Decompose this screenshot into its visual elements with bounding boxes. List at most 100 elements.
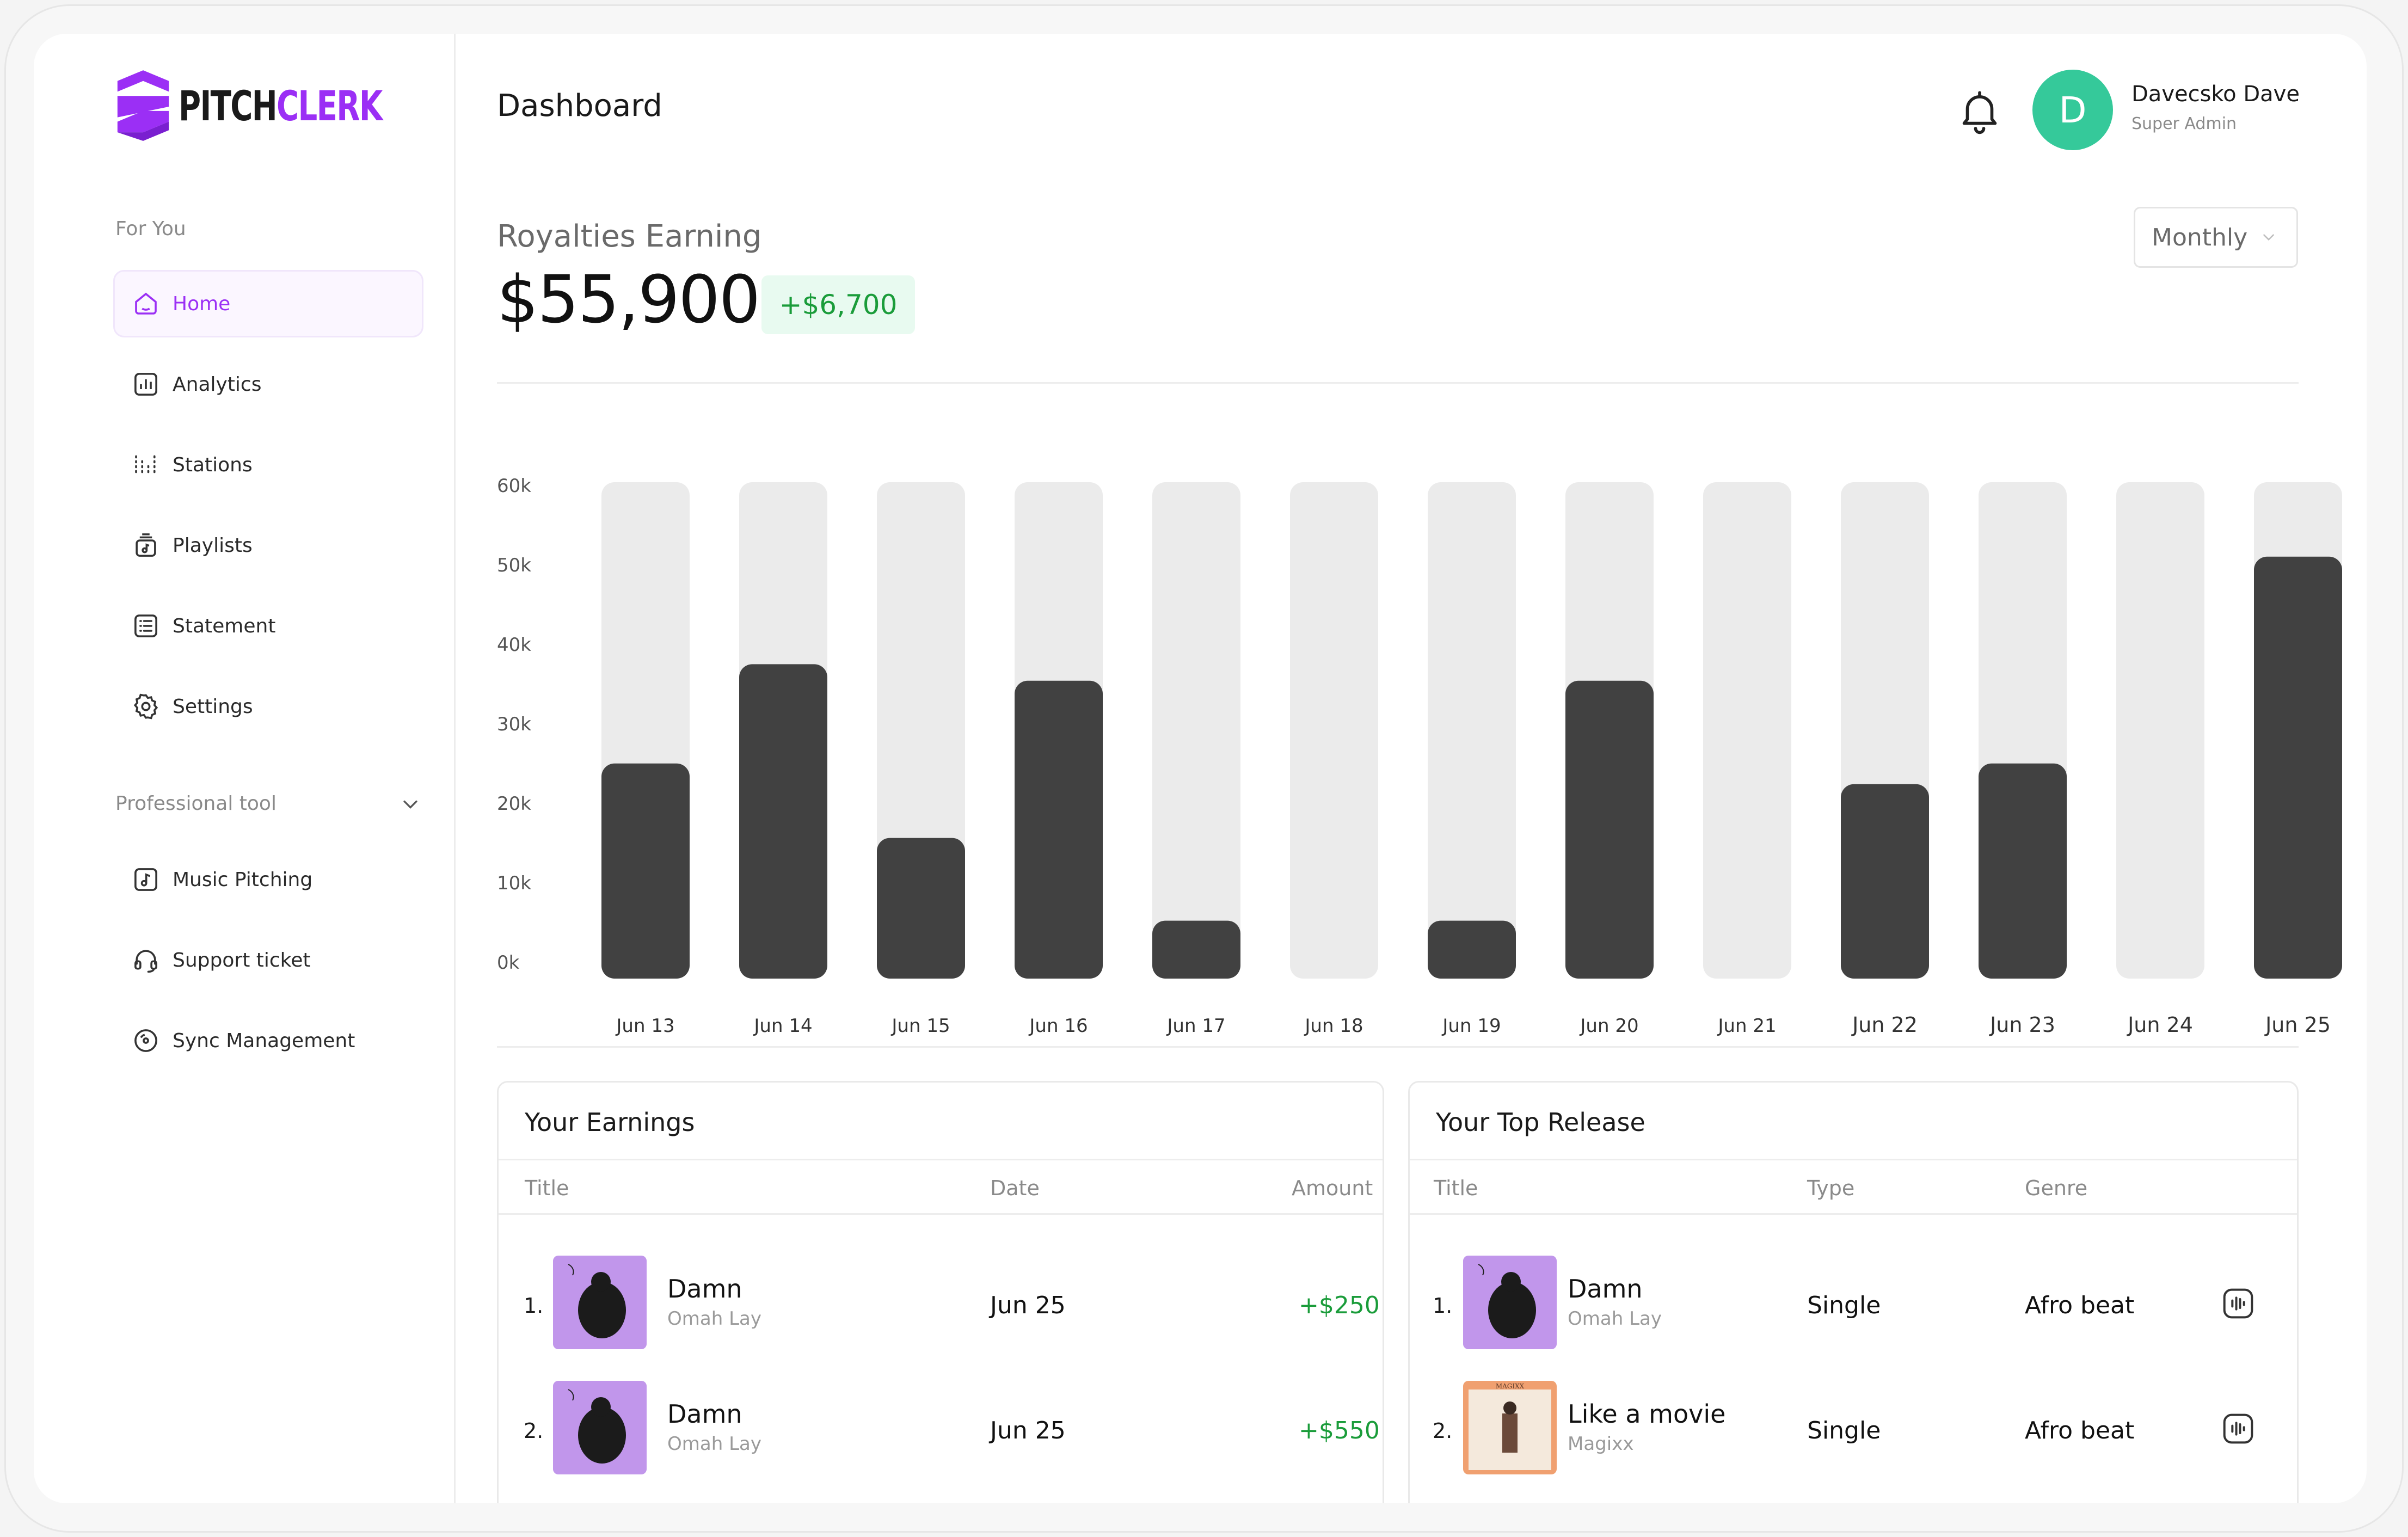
analytics-icon	[131, 370, 161, 399]
album-cover: MAGIXX	[1463, 1381, 1557, 1474]
sidebar-item-home[interactable]: Home	[113, 270, 423, 337]
table-row[interactable]: 1. Damn Omah Lay Jun 25 +$250	[499, 1256, 1383, 1354]
row-number: 1.	[1433, 1294, 1453, 1318]
x-tick-label: Jun 22	[1851, 1013, 1918, 1037]
bar	[1152, 920, 1240, 979]
sidebar-item-settings[interactable]: Settings	[113, 673, 423, 740]
chevron-down-icon	[2263, 234, 2274, 241]
logo-mark-icon	[117, 70, 169, 141]
album-cover	[553, 1256, 647, 1349]
home-icon	[131, 289, 161, 318]
y-tick-label: 50k	[497, 555, 531, 576]
sidebar-item-label: Sync Management	[173, 1029, 355, 1052]
x-tick-label: Jun 17	[1166, 1015, 1225, 1037]
bar	[1015, 680, 1103, 979]
chart-canvas: 60k 50k 40k 30k 20k 10k 0k Jun 13 Jun 14 Jun 15 Ju…	[497, 475, 2342, 1037]
stations-icon	[131, 450, 161, 479]
statement-icon	[131, 611, 161, 641]
bar	[1979, 763, 2067, 979]
user-role: Super Admin	[2131, 114, 2237, 133]
row-number: 2.	[1433, 1419, 1453, 1443]
sidebar-item-support-ticket[interactable]: Support ticket	[113, 926, 423, 994]
column-header-title: Title	[1434, 1176, 1478, 1200]
table-row[interactable]: 2. MAGIXX Like a movie Magixx Single Afr…	[1410, 1381, 2297, 1479]
row-type: Single	[1807, 1417, 1881, 1444]
avatar[interactable]: D	[2032, 70, 2113, 150]
playlists-icon	[131, 531, 161, 560]
svg-text:MAGIXX: MAGIXX	[1496, 1382, 1525, 1390]
track-title: Like a movie	[1568, 1399, 1726, 1429]
sidebar-item-label: Music Pitching	[173, 868, 313, 891]
audio-wave-icon[interactable]	[2221, 1286, 2256, 1321]
sidebar-item-label: Stations	[173, 453, 253, 476]
sidebar-item-music-pitching[interactable]: Music Pitching	[113, 846, 423, 913]
x-tick-label: Jun 23	[1989, 1013, 2055, 1037]
table-row[interactable]: 2. Damn Omah Lay Jun 25 +$550	[499, 1381, 1383, 1479]
sidebar: PITCHCLERK For You Home Analytics Statio…	[34, 34, 456, 1503]
bar-track	[1428, 482, 1516, 979]
sidebar-item-statement[interactable]: Statement	[113, 592, 423, 660]
user-name: Davecsko Dave	[2131, 82, 2300, 107]
y-tick-label: 10k	[497, 872, 531, 894]
row-amount: +$250	[1299, 1292, 1380, 1319]
sidebar-item-sync-management[interactable]: Sync Management	[113, 1007, 423, 1074]
track-title: Damn	[667, 1399, 742, 1429]
bar-track	[2116, 482, 2204, 979]
x-tick-label: Jun 14	[753, 1015, 812, 1037]
x-tick-label: Jun 24	[2127, 1013, 2193, 1037]
x-tick-label: Jun 18	[1304, 1015, 1363, 1037]
earnings-card: Your Earnings Title Date Amount 1. Damn …	[497, 1081, 1384, 1503]
divider	[499, 1159, 1383, 1160]
x-tick-label: Jun 25	[2264, 1013, 2331, 1037]
y-tick-label: 0k	[497, 952, 520, 974]
sidebar-item-label: Support ticket	[173, 949, 311, 972]
bar	[877, 838, 965, 979]
top-release-title: Your Top Release	[1436, 1108, 1645, 1137]
y-tick-label: 60k	[497, 475, 531, 497]
bar-track	[1703, 482, 1791, 979]
row-genre: Afro beat	[2025, 1292, 2135, 1319]
sidebar-item-label: Statement	[173, 614, 276, 637]
chevron-down-icon[interactable]	[398, 792, 422, 816]
x-tick-label: Jun 21	[1717, 1015, 1776, 1037]
x-tick-label: Jun 16	[1028, 1015, 1088, 1037]
x-tick-label: Jun 15	[890, 1015, 950, 1037]
column-header-type: Type	[1807, 1176, 1855, 1200]
sidebar-item-analytics[interactable]: Analytics	[113, 351, 423, 418]
column-header-genre: Genre	[2025, 1176, 2088, 1200]
divider	[499, 1213, 1383, 1215]
track-artist: Magixx	[1568, 1433, 1634, 1455]
section-label-for-you: For You	[115, 218, 186, 240]
y-tick-label: 40k	[497, 634, 531, 656]
sidebar-item-label: Settings	[173, 695, 253, 718]
x-tick-label: Jun 20	[1579, 1015, 1638, 1037]
page-title: Dashboard	[497, 88, 662, 124]
sidebar-item-label: Home	[173, 292, 231, 315]
earnings-title: Your Earnings	[525, 1108, 695, 1137]
divider	[497, 1046, 2299, 1048]
top-release-card: Your Top Release Title Type Genre 1. Dam…	[1408, 1081, 2299, 1503]
audio-wave-icon[interactable]	[2221, 1411, 2256, 1446]
track-artist: Omah Lay	[667, 1433, 761, 1455]
sidebar-item-stations[interactable]: Stations	[113, 431, 423, 499]
royalties-bar-chart: 60k 50k 40k 30k 20k 10k 0k Jun 13 Jun 14 Jun 15 Ju…	[497, 447, 2348, 1068]
period-select-value: Monthly	[2152, 223, 2248, 251]
divider	[1410, 1213, 2297, 1215]
bar	[1841, 784, 1929, 979]
bar	[2254, 556, 2342, 979]
sidebar-item-label: Playlists	[173, 534, 253, 557]
brand-name: PITCHCLERK	[179, 81, 383, 130]
music-note-icon	[131, 865, 161, 894]
sidebar-item-playlists[interactable]: Playlists	[113, 512, 423, 579]
notification-bell-icon[interactable]	[1955, 85, 2004, 137]
track-artist: Omah Lay	[1568, 1308, 1662, 1330]
row-date: Jun 25	[990, 1417, 1066, 1444]
headset-icon	[131, 945, 161, 975]
royalties-label: Royalties Earning	[497, 219, 762, 254]
period-select[interactable]: Monthly	[2134, 207, 2298, 268]
table-row[interactable]: 1. Damn Omah Lay Single Afro beat	[1410, 1256, 2297, 1354]
album-cover	[1463, 1256, 1557, 1349]
brand-logo[interactable]: PITCHCLERK	[111, 67, 427, 144]
bar	[1565, 680, 1654, 979]
royalties-amount: $55,900	[497, 262, 760, 338]
